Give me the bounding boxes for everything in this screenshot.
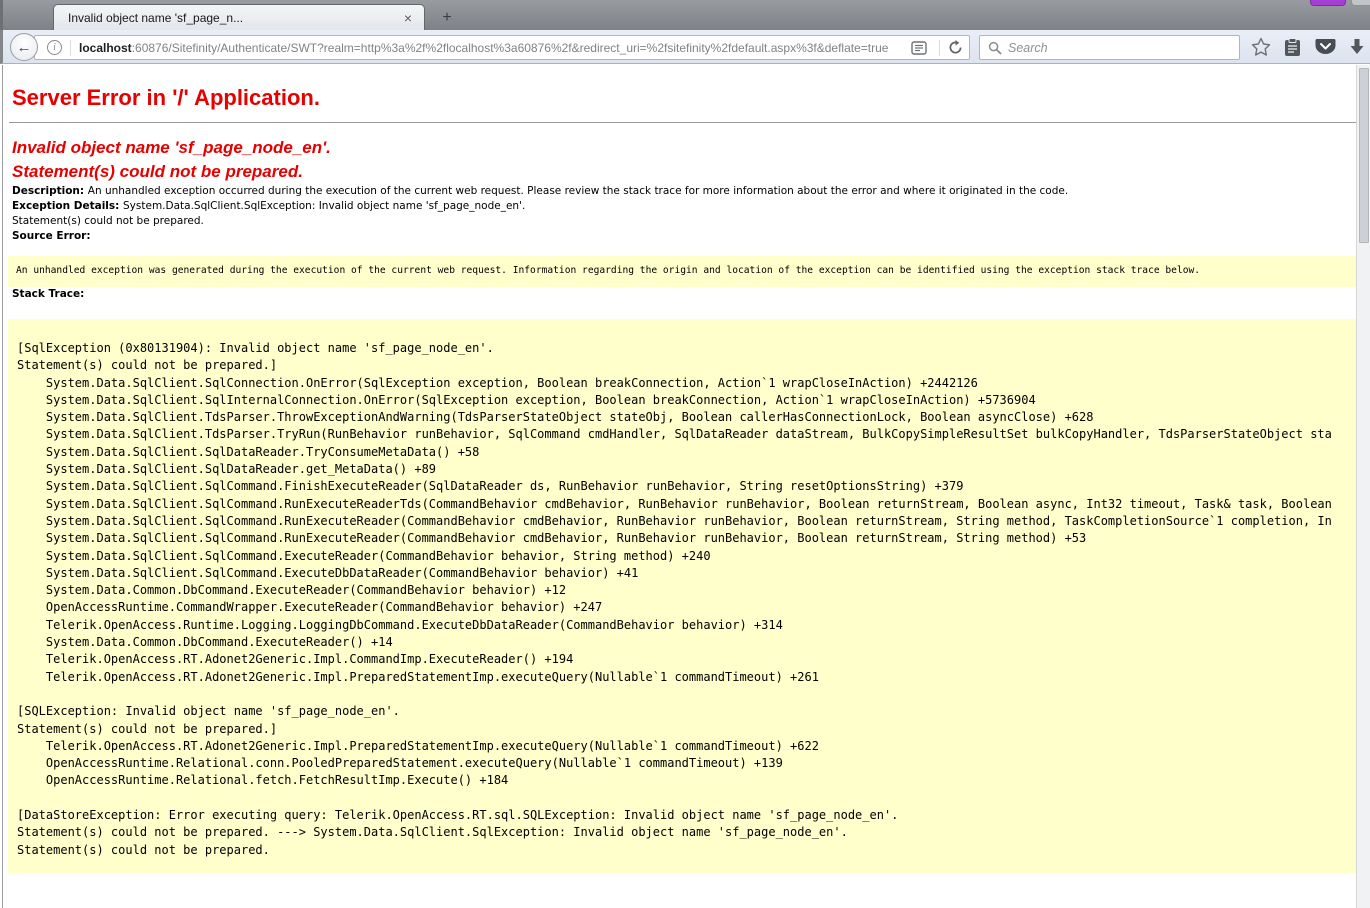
description-label: Description: [12, 185, 88, 197]
tab-close-icon[interactable]: × [400, 9, 416, 27]
url-host: localhost [79, 41, 132, 55]
download-icon[interactable] [1349, 38, 1365, 56]
back-button[interactable]: ← [10, 33, 38, 61]
reload-icon[interactable] [948, 40, 963, 55]
error-message-line1: Invalid object name 'sf_page_node_en'. [12, 138, 331, 157]
bookmark-star-icon[interactable] [1251, 37, 1271, 57]
divider [939, 40, 940, 56]
error-message-line2: Statement(s) could not be prepared. [12, 162, 303, 181]
exception-details-text2: Statement(s) could not be prepared. [12, 215, 204, 227]
url-path: :60876/Sitefinity/Authenticate/SWT?realm… [132, 41, 889, 55]
scrollbar-thumb[interactable] [1359, 68, 1369, 243]
search-box[interactable] [979, 35, 1240, 60]
search-input[interactable] [1008, 41, 1231, 55]
vertical-scrollbar[interactable] [1356, 65, 1370, 908]
back-icon: ← [17, 39, 32, 56]
tab-title: Invalid object name 'sf_page_n... [68, 11, 400, 25]
search-icon [988, 41, 1002, 55]
source-error-box: An unhandled exception was generated dur… [8, 256, 1356, 287]
url-bar[interactable]: i localhost:60876/Sitefinity/Authenticat… [34, 35, 970, 60]
new-tab-button[interactable]: + [433, 7, 461, 28]
source-error-text: An unhandled exception was generated dur… [8, 256, 1356, 287]
bookmarks-list-icon[interactable] [1284, 38, 1301, 57]
window-control-fragment[interactable] [1310, 0, 1346, 6]
description-paragraph: Description: An unhandled exception occu… [12, 184, 1356, 199]
reader-mode-icon[interactable] [911, 41, 927, 55]
navigation-toolbar: ← i localhost:60876/Sitefinity/Authentic… [0, 30, 1370, 64]
divider [70, 40, 71, 56]
window-control-fragment[interactable] [1351, 0, 1370, 6]
divider [9, 122, 1356, 123]
url-text[interactable]: localhost:60876/Sitefinity/Authenticate/… [79, 41, 907, 55]
page-title: Server Error in '/' Application. [12, 85, 1356, 111]
exception-details-paragraph: Exception Details: System.Data.SqlClient… [12, 199, 1356, 229]
toolbar-buttons [1243, 30, 1370, 64]
source-error-heading: Source Error: [12, 229, 1356, 244]
exception-details-text: System.Data.SqlClient.SqlException: Inva… [123, 200, 525, 212]
error-message: Invalid object name 'sf_page_node_en'. St… [12, 136, 1356, 184]
error-page: Server Error in '/' Application. Invalid… [2, 65, 1356, 908]
stack-trace-text: [SqlException (0x80131904): Invalid obje… [8, 319, 1356, 873]
stack-trace-heading: Stack Trace: [12, 287, 1356, 302]
description-text: An unhandled exception occurred during t… [88, 185, 1068, 197]
exception-details-label: Exception Details: [12, 200, 123, 212]
pocket-icon[interactable] [1315, 38, 1336, 56]
info-icon[interactable]: i [47, 40, 62, 55]
browser-tab[interactable]: Invalid object name 'sf_page_n... × [53, 4, 425, 30]
tab-bar: Invalid object name 'sf_page_n... × + [0, 0, 1370, 30]
stack-trace-box: [SqlException (0x80131904): Invalid obje… [8, 319, 1356, 873]
